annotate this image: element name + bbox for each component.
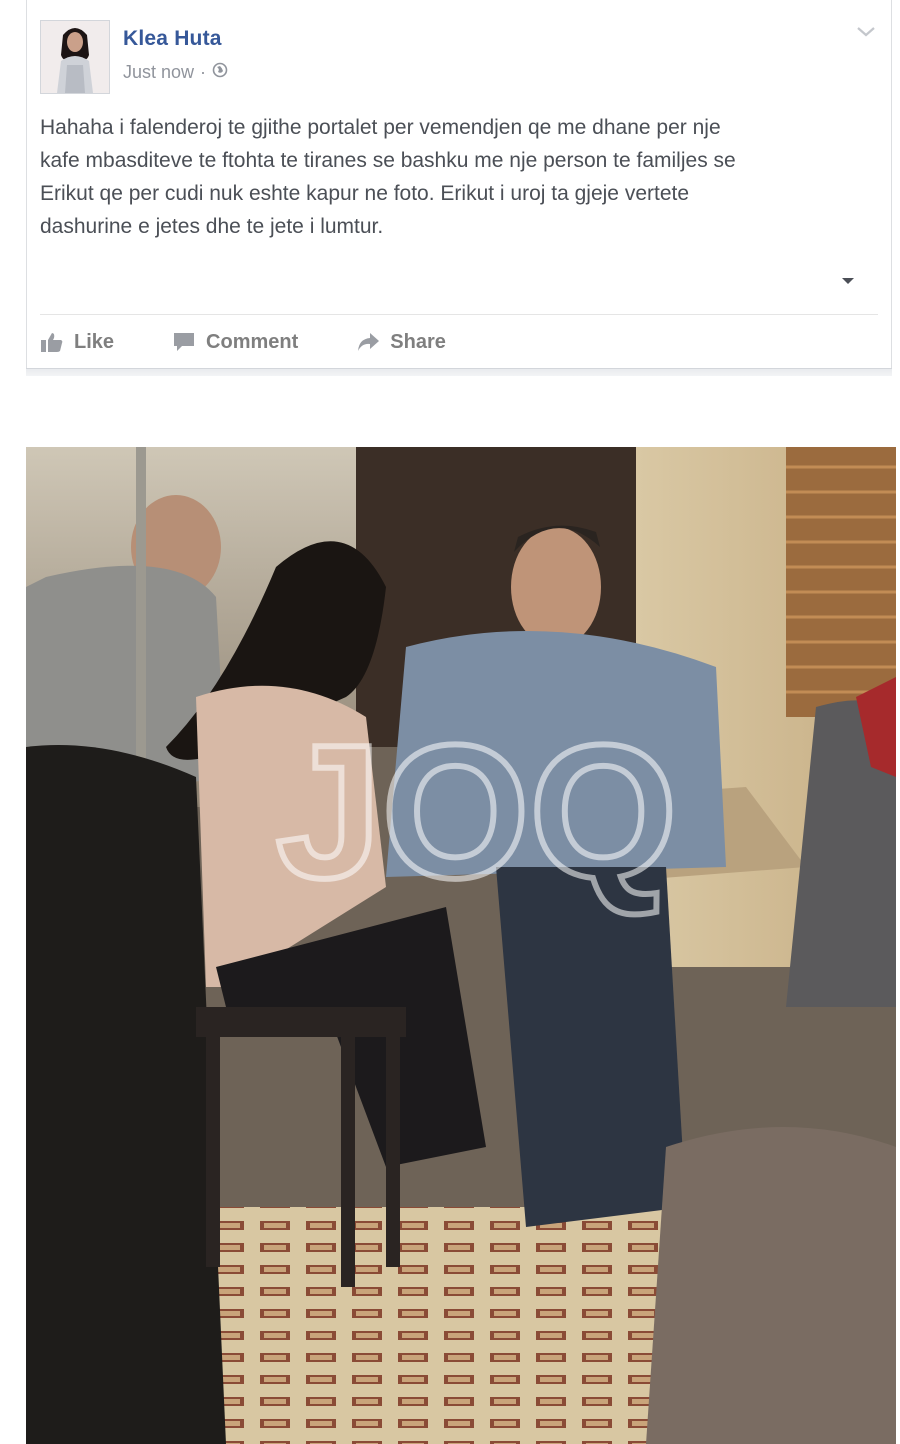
comment-label: Comment — [206, 330, 299, 353]
thumbs-up-icon — [41, 333, 63, 352]
share-label: Share — [390, 330, 446, 353]
post-text-line: dashurine e jetes dhe te jete i lumtur. — [40, 215, 384, 238]
avatar[interactable] — [40, 20, 110, 94]
post-text-line: Hahaha i falenderoj te gjithe portalet p… — [40, 116, 721, 139]
meta-separator: · — [200, 62, 207, 82]
comment-button[interactable]: Comment — [172, 325, 298, 359]
post-text-line: Erikut qe per cudi nuk eshte kapur ne fo… — [40, 182, 690, 205]
caret-down-icon — [842, 278, 854, 284]
author-name[interactable]: Klea Huta — [123, 27, 222, 51]
post-photo[interactable]: JOQ — [26, 447, 896, 1444]
action-bar: Like Comment Share — [40, 325, 504, 359]
post-options-chevron-icon[interactable] — [855, 25, 877, 44]
photo-watermark: JOQ — [276, 706, 677, 918]
comment-icon — [174, 333, 195, 351]
globe-icon — [212, 62, 228, 83]
like-label: Like — [74, 330, 115, 353]
post-text-line: kafe mbasditeve te ftohta te tiranes se … — [40, 149, 736, 172]
share-button[interactable]: Share — [356, 325, 446, 359]
actions-divider — [40, 314, 878, 315]
like-button[interactable]: Like — [40, 325, 114, 359]
reactions-dropdown-button[interactable] — [814, 258, 882, 304]
post-text: Hahaha i falenderoj te gjithe portalet p… — [40, 111, 880, 243]
card-bottom-edge — [26, 368, 892, 376]
timestamp[interactable]: Just now — [123, 62, 194, 83]
post-meta: Just now · — [123, 62, 228, 83]
share-arrow-icon — [358, 333, 380, 351]
